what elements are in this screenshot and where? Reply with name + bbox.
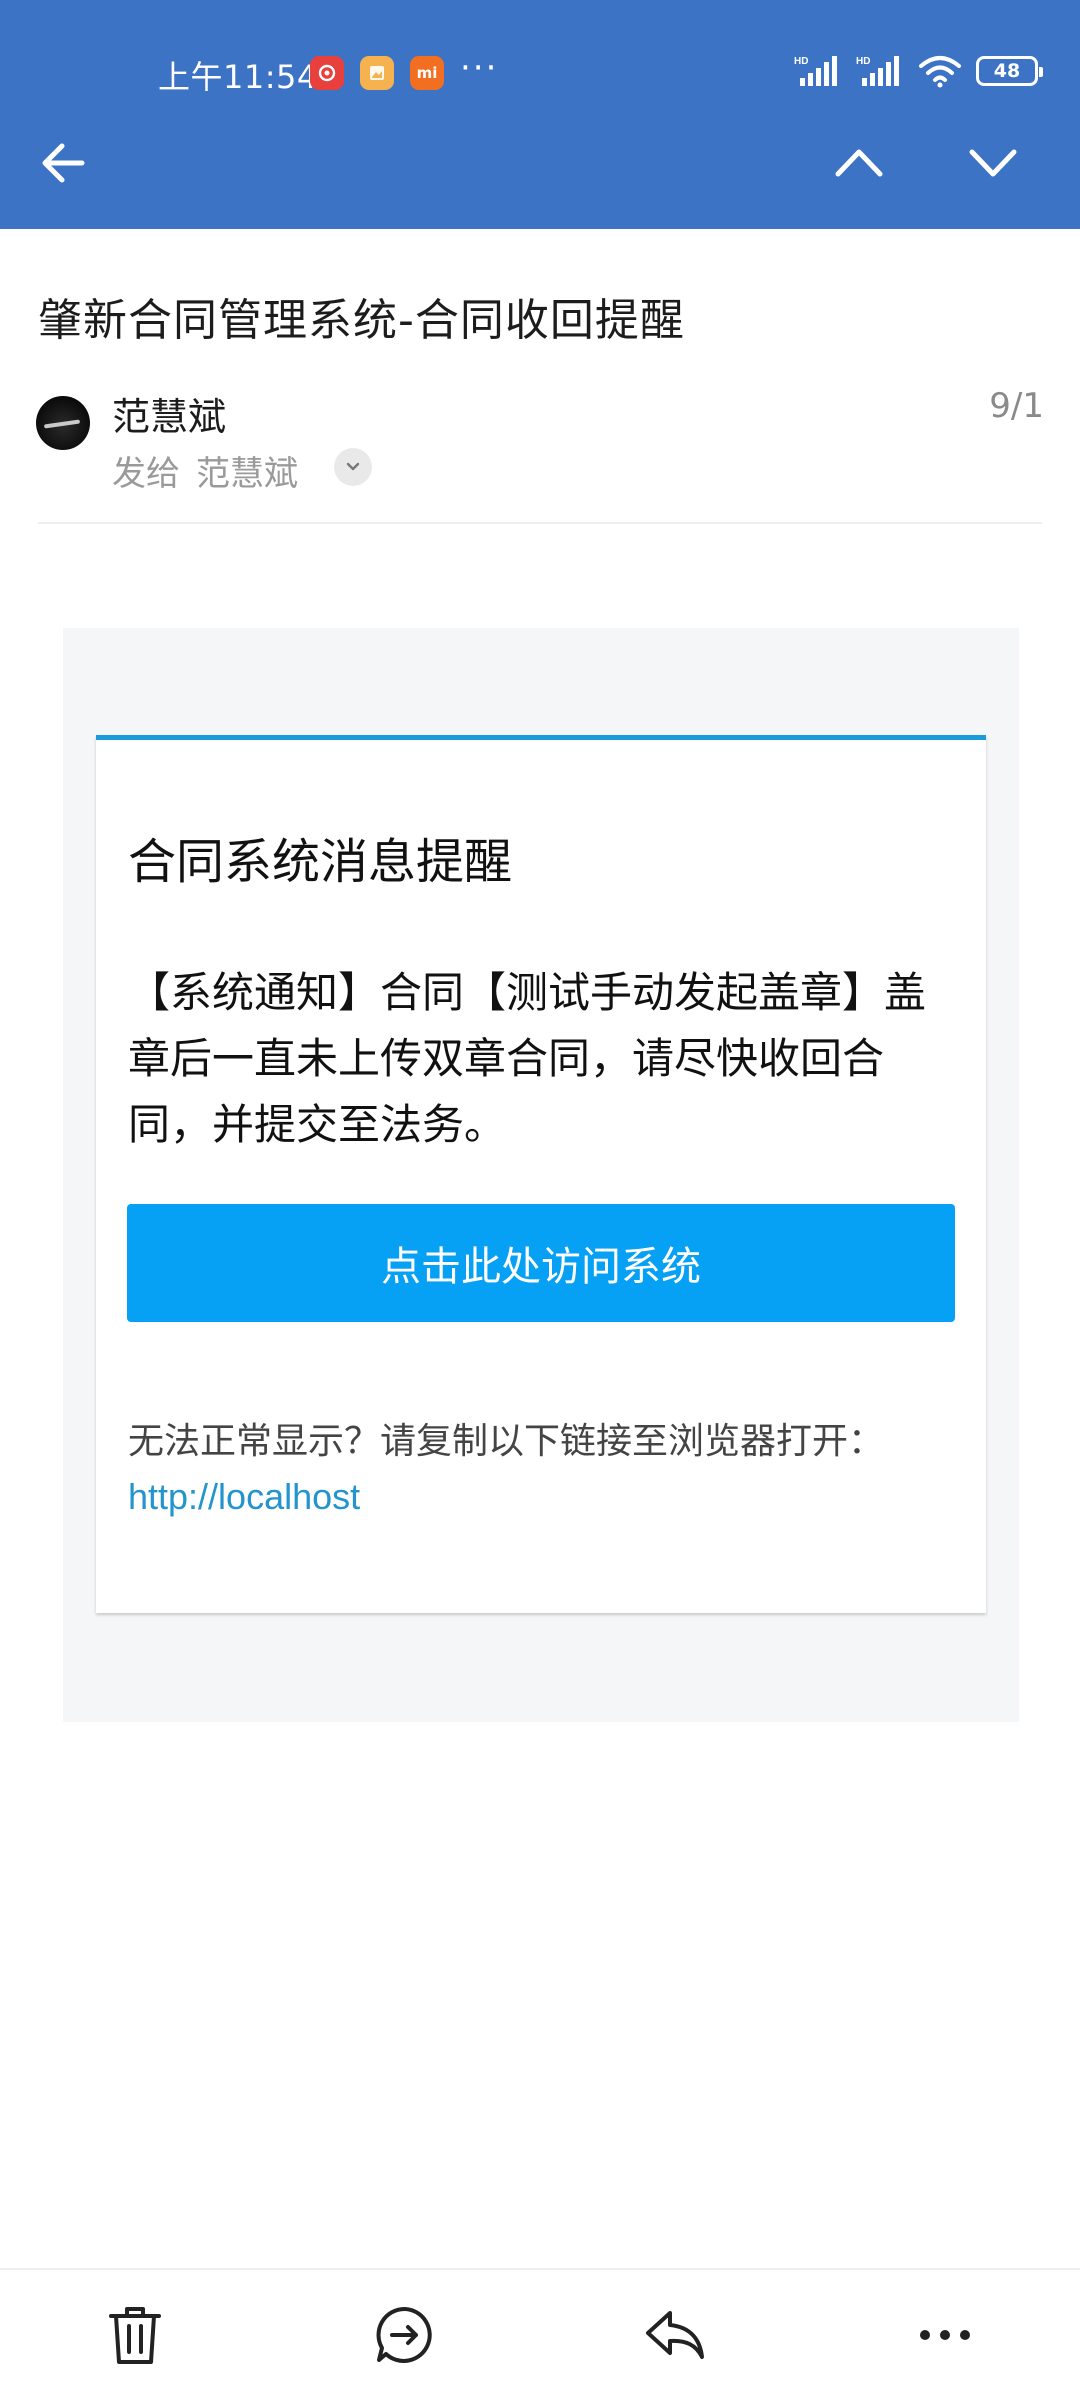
- fallback-instructions: 无法正常显示？请复制以下链接至浏览器打开：: [128, 1421, 885, 1462]
- wifi-icon: [919, 56, 961, 88]
- mail-subject: 肇新合同管理系统-合同收回提醒: [38, 295, 685, 346]
- status-bar: 上午11:54 mi ··· HD HD 48: [0, 0, 1080, 150]
- netease-music-icon: [310, 56, 344, 90]
- send-to-label: 发给: [112, 454, 180, 494]
- hd-label-2: HD: [856, 56, 870, 67]
- header-divider: [38, 522, 1042, 524]
- system-icons: HD HD 48: [794, 54, 1043, 88]
- card-title: 合同系统消息提醒: [128, 834, 513, 890]
- status-time: 上午11:54: [158, 58, 318, 96]
- previous-mail-button[interactable]: [830, 136, 888, 190]
- more-icon: [920, 2330, 970, 2340]
- more-button[interactable]: [910, 2300, 980, 2370]
- trash-icon: [109, 2307, 161, 2364]
- chevron-down-small-icon: [346, 462, 360, 471]
- system-link[interactable]: http://localhost: [128, 1476, 360, 1518]
- hd-label: HD: [794, 56, 808, 67]
- next-mail-button[interactable]: [964, 136, 1022, 190]
- recipient-line: 发给 范慧斌: [112, 446, 298, 495]
- reply-button[interactable]: [640, 2300, 710, 2370]
- bottom-action-bar: [0, 2268, 1080, 2400]
- top-app-bar: 上午11:54 mi ··· HD HD 48: [0, 0, 1080, 229]
- expand-details-button[interactable]: [334, 448, 372, 486]
- recipient-name[interactable]: 范慧斌: [196, 454, 298, 494]
- delete-button[interactable]: [100, 2300, 170, 2370]
- reply-icon: [646, 2311, 704, 2359]
- battery-icon: 48: [976, 56, 1043, 86]
- cellular-signal-2-icon: HD: [856, 56, 899, 86]
- forward-button[interactable]: [370, 2300, 440, 2370]
- xiaomi-icon: mi: [410, 56, 444, 90]
- sender-name[interactable]: 范慧斌: [112, 386, 226, 441]
- back-arrow-icon: [42, 143, 85, 183]
- chevron-up-icon: [835, 149, 883, 177]
- forward-chat-icon: [376, 2306, 432, 2363]
- chevron-down-icon: [969, 149, 1017, 177]
- notification-icons: mi: [310, 56, 444, 90]
- gallery-icon: [360, 56, 394, 90]
- visit-system-button[interactable]: 点击此处访问系统: [127, 1204, 955, 1322]
- notification-card: 合同系统消息提醒 【系统通知】合同【测试手动发起盖章】盖章后一直未上传双章合同，…: [96, 735, 986, 1613]
- cellular-signal-icon: HD: [794, 56, 837, 86]
- card-message: 【系统通知】合同【测试手动发起盖章】盖章后一直未上传双章合同，请尽快收回合同，并…: [128, 968, 927, 1149]
- mail-date: 9/1: [989, 386, 1044, 426]
- back-button[interactable]: [36, 136, 90, 190]
- more-notifications-icon: ···: [460, 48, 499, 88]
- sender-avatar[interactable]: [36, 396, 90, 450]
